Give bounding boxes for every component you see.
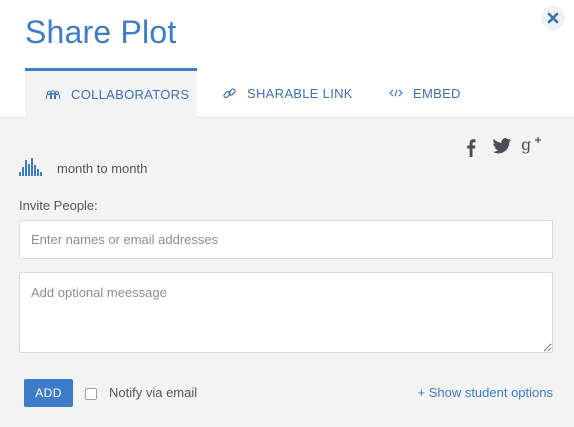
link-icon [222, 86, 237, 101]
google-plus-share-button[interactable]: g [521, 135, 543, 159]
optional-message-textarea[interactable] [19, 272, 553, 353]
dialog-title: Share Plot [25, 14, 177, 50]
twitter-share-button[interactable] [492, 138, 512, 159]
people-icon [45, 89, 61, 101]
tab-embed[interactable]: EMBED [389, 68, 461, 118]
bar-chart-icon [19, 156, 45, 181]
twitter-icon [492, 138, 512, 159]
share-plot-dialog: Share Plot COLLABORATORS SHARABLE LINK E… [0, 0, 574, 427]
invite-names-input[interactable] [19, 220, 553, 259]
tab-collaborators[interactable]: COLLABORATORS [25, 68, 197, 118]
google-plus-icon: g [521, 135, 543, 159]
close-icon [547, 12, 559, 24]
close-button[interactable] [541, 6, 565, 30]
tab-sharable-link[interactable]: SHARABLE LINK [222, 68, 353, 118]
plot-info: month to month [19, 156, 147, 181]
code-icon [389, 88, 403, 98]
facebook-icon [466, 138, 476, 162]
tab-label: EMBED [413, 85, 461, 101]
svg-text:g: g [521, 136, 531, 154]
tab-label: SHARABLE LINK [247, 85, 353, 101]
facebook-share-button[interactable] [466, 138, 476, 162]
notify-checkbox[interactable] [85, 388, 97, 400]
plot-name: month to month [57, 161, 148, 176]
tab-label: COLLABORATORS [71, 87, 190, 102]
show-student-options-link[interactable]: + Show student options [417, 385, 553, 400]
notify-label: Notify via email [109, 385, 198, 400]
add-button[interactable]: ADD [24, 379, 73, 407]
tab-bar: COLLABORATORS SHARABLE LINK EMBED [0, 68, 574, 118]
collaborators-panel: g month to month Invite People: Enter na… [0, 118, 574, 427]
invite-label: Invite People: [19, 198, 98, 213]
